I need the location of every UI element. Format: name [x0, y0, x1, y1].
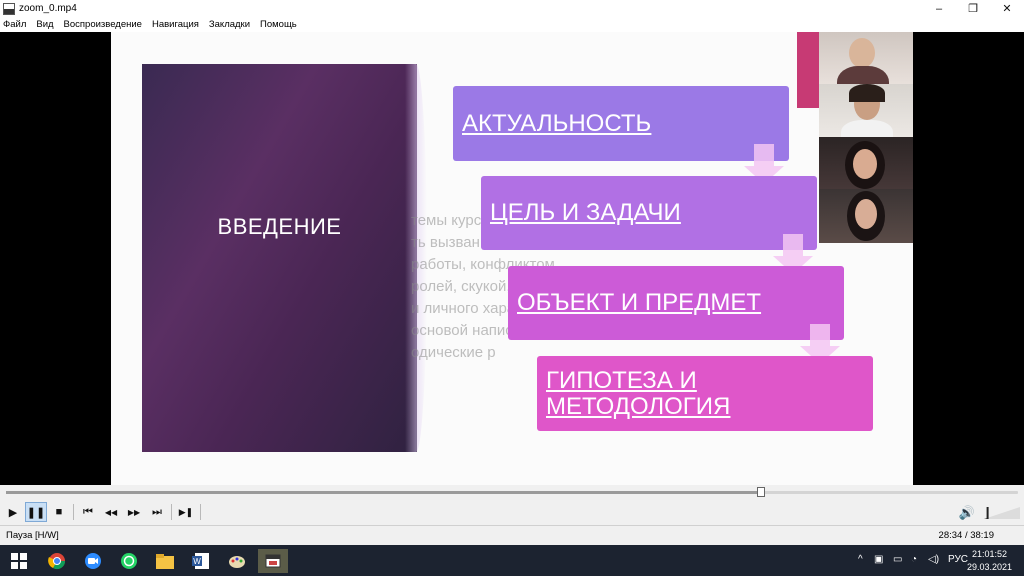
speaker-icon[interactable]: ◁) — [928, 554, 939, 565]
participant-tile-3[interactable] — [819, 137, 913, 189]
participant-tile-4[interactable] — [819, 189, 913, 243]
seek-bar-thumb[interactable] — [756, 487, 765, 497]
participant-face-1 — [849, 38, 875, 68]
video-area[interactable]: ВВЕДЕНИЕ темы курсовой раб ть вызван сли… — [0, 32, 1024, 485]
playback-status: Пауза [H/W] — [6, 530, 59, 541]
box-relevance: АКТУАЛЬНОСТЬ — [453, 86, 789, 161]
menu-help[interactable]: Помощь — [260, 19, 297, 30]
frame-step-button[interactable]: ▶❚ — [175, 502, 197, 522]
restore-button[interactable]: ❐ — [956, 0, 990, 17]
slide-accent-strip — [797, 32, 819, 108]
play-button[interactable]: ▶ — [2, 502, 24, 522]
control-separator — [200, 504, 201, 520]
player-controls: ▶ ❚❚ ■ ⏮ ◀◀ ▶▶ ⏭ ▶❚ 🔊 — [0, 485, 1024, 525]
participant-hair-2 — [849, 84, 885, 102]
svg-text:W: W — [193, 557, 201, 566]
battery-icon[interactable]: ▭ — [893, 554, 902, 565]
clock-date: 29.03.2021 — [966, 562, 1012, 572]
windows-icon[interactable] — [4, 549, 34, 573]
file-explorer-icon[interactable] — [150, 549, 180, 573]
window-title: zoom_0.mp4 — [19, 3, 77, 14]
menu-bar: Файл Вид Воспроизведение Навигация Закла… — [0, 17, 1024, 32]
app-icon — [3, 2, 15, 15]
chrome-icon[interactable] — [42, 549, 72, 573]
control-separator — [171, 504, 172, 520]
clock-time: 21:01:52 — [971, 549, 1007, 559]
participant-tile-1[interactable] — [819, 32, 913, 84]
next-button[interactable]: ⏭ — [146, 502, 168, 522]
presentation-slide: ВВЕДЕНИЕ темы курсовой раб ть вызван сли… — [111, 32, 913, 485]
participant-videos — [819, 32, 913, 243]
volume-icon[interactable]: 🔊 — [956, 503, 978, 523]
control-separator — [73, 504, 74, 520]
box-hypothesis-methodology: ГИПОТЕЗА И МЕТОДОЛОГИЯ — [537, 356, 873, 431]
rewind-button[interactable]: ◀◀ — [100, 502, 122, 522]
close-button[interactable]: ✕ — [990, 0, 1024, 17]
participant-face-3 — [853, 149, 877, 179]
window-controls: – ❐ ✕ — [922, 0, 1024, 17]
seek-bar-fill — [6, 491, 761, 494]
box-hypothesis-methodology-label: ГИПОТЕЗА И МЕТОДОЛОГИЯ — [546, 366, 731, 420]
tray-overflow-icon[interactable]: ^ — [858, 554, 863, 565]
time-display: 28:34 / 38:19 — [938, 530, 994, 541]
pause-button[interactable]: ❚❚ — [25, 502, 47, 522]
box-object-subject-label: ОБЪЕКТ И ПРЕДМЕТ — [517, 289, 762, 316]
forward-button[interactable]: ▶▶ — [123, 502, 145, 522]
clock[interactable]: 21:01:52 29.03.2021 — [967, 548, 1012, 574]
seek-bar[interactable] — [6, 487, 1018, 497]
media-player-icon[interactable] — [258, 549, 288, 573]
menu-file[interactable]: Файл — [3, 19, 26, 30]
volume-slider[interactable] — [984, 507, 1020, 519]
participant-body-2 — [841, 120, 893, 137]
participant-face-4 — [855, 199, 877, 229]
previous-button[interactable]: ⏮ — [77, 502, 99, 522]
minimize-button[interactable]: – — [922, 0, 956, 17]
slide-title: ВВЕДЕНИЕ — [217, 214, 342, 239]
tray-app-icon[interactable]: ▣ — [874, 554, 883, 565]
slide-title-panel: ВВЕДЕНИЕ — [142, 64, 427, 452]
participant-tile-2[interactable] — [819, 84, 913, 137]
participant-body-1 — [837, 66, 889, 84]
zoom-icon[interactable] — [78, 549, 108, 573]
box-goal-tasks-label: ЦЕЛЬ И ЗАДАЧИ — [490, 199, 681, 226]
menu-playback[interactable]: Воспроизведение — [64, 19, 142, 30]
word-icon[interactable]: W — [186, 549, 216, 573]
title-bar: zoom_0.mp4 – ❐ ✕ — [0, 0, 1024, 17]
menu-bookmarks[interactable]: Закладки — [209, 19, 250, 30]
box-object-subject: ОБЪЕКТ И ПРЕДМЕТ — [508, 266, 844, 340]
menu-view[interactable]: Вид — [36, 19, 53, 30]
menu-navigation[interactable]: Навигация — [152, 19, 199, 30]
language-indicator[interactable]: РУС — [948, 554, 968, 565]
status-bar: Пауза [H/W] 28:34 / 38:19 — [0, 525, 1024, 545]
stop-button[interactable]: ■ — [48, 502, 70, 522]
wifi-icon[interactable]: ◔ — [911, 554, 917, 565]
whatsapp-icon[interactable] — [114, 549, 144, 573]
box-relevance-label: АКТУАЛЬНОСТЬ — [462, 109, 652, 137]
box-goal-tasks: ЦЕЛЬ И ЗАДАЧИ — [481, 176, 817, 250]
taskbar: W ^ ▣ ▭ ◔ ◁) РУС 21:01:52 29.03.2021 — [0, 545, 1024, 576]
paint-icon[interactable] — [222, 549, 252, 573]
